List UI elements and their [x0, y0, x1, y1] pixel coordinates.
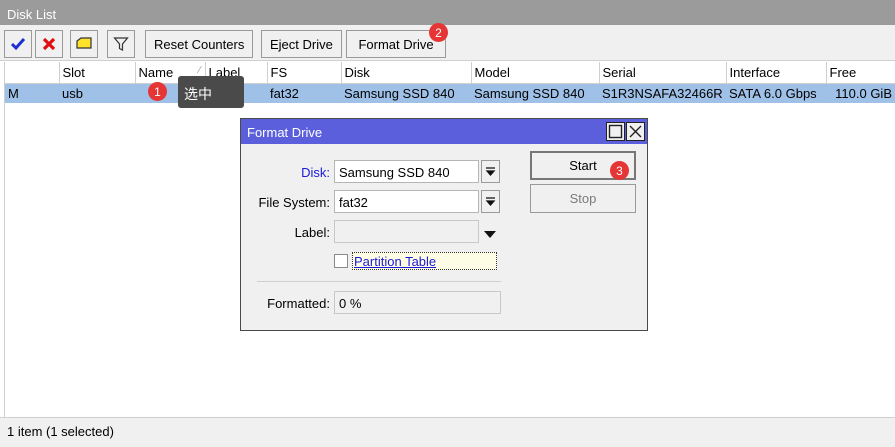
- format-drive-dialog: Format Drive Disk: Samsung SSD 840 File …: [240, 118, 648, 331]
- cell-flag: M: [5, 83, 59, 103]
- cell-free: 110.0 GiB: [826, 83, 895, 103]
- label-label: Label:: [294, 225, 330, 240]
- enable-button[interactable]: [4, 30, 32, 58]
- filter-icon: [113, 37, 129, 51]
- column-interface[interactable]: Interface: [726, 62, 827, 84]
- window-titlebar[interactable]: Disk List: [0, 0, 895, 25]
- reset-counters-button[interactable]: Reset Counters: [145, 30, 254, 58]
- annotation-tooltip: 选中: [178, 76, 244, 108]
- arrow-down-icon: [485, 197, 496, 206]
- maximize-button[interactable]: [606, 122, 625, 141]
- file-system-select[interactable]: fat32: [334, 190, 479, 213]
- file-system-dropdown-button[interactable]: [481, 190, 500, 213]
- step-badge-3: 3: [610, 161, 629, 180]
- arrow-down-icon: [485, 167, 496, 176]
- status-text: 1 item (1 selected): [7, 424, 114, 439]
- maximize-icon: [608, 124, 623, 139]
- window-title: Disk List: [7, 7, 57, 22]
- status-bar: 1 item (1 selected): [0, 417, 895, 447]
- column-slot[interactable]: Slot: [59, 62, 136, 84]
- check-icon: [10, 38, 26, 51]
- label-dropdown-icon[interactable]: [483, 227, 497, 242]
- eject-drive-button[interactable]: Eject Drive: [261, 30, 342, 58]
- dialog-title: Format Drive: [247, 125, 323, 140]
- cell-interface: SATA 6.0 Gbps: [726, 83, 826, 103]
- column-name-label: Name: [138, 64, 174, 80]
- cell-slot: usb: [59, 83, 135, 103]
- disk-dropdown-button[interactable]: [481, 160, 500, 183]
- close-icon: [42, 37, 56, 51]
- formatted-value: 0 %: [334, 291, 501, 314]
- column-disk[interactable]: Disk: [341, 62, 472, 84]
- partition-table-checkbox[interactable]: [334, 254, 348, 268]
- cell-disk: Samsung SSD 840: [341, 83, 471, 103]
- label-input[interactable]: [334, 220, 479, 243]
- comment-icon: [76, 37, 92, 49]
- disk-label: Disk:: [301, 165, 330, 180]
- cell-fs: fat32: [267, 83, 341, 103]
- step-badge-1: 1: [148, 82, 167, 101]
- formatted-label: Formatted:: [267, 296, 330, 311]
- column-free[interactable]: Free: [826, 62, 895, 84]
- sort-icon: ⁄: [198, 65, 201, 76]
- file-system-label: File System:: [258, 195, 330, 210]
- stop-button[interactable]: Stop: [530, 184, 636, 213]
- disk-list-window: Disk List Reset Counters Eject Drive For…: [0, 0, 895, 447]
- cell-model: Samsung SSD 840: [471, 83, 599, 103]
- comment-button[interactable]: [70, 30, 98, 58]
- column-serial[interactable]: Serial: [599, 62, 727, 84]
- disk-select[interactable]: Samsung SSD 840: [334, 160, 479, 183]
- column-flag[interactable]: [5, 62, 60, 84]
- close-icon: [629, 125, 642, 138]
- partition-table-label: Partition Table: [354, 254, 437, 269]
- dialog-titlebar[interactable]: Format Drive: [241, 119, 647, 144]
- close-button[interactable]: [626, 122, 645, 141]
- partition-table-option[interactable]: Partition Table: [352, 252, 497, 270]
- disable-button[interactable]: [35, 30, 63, 58]
- table-header: Slot Name ⁄ Label FS Disk Model Serial I…: [5, 62, 895, 84]
- filter-button[interactable]: [107, 30, 135, 58]
- section-divider: [257, 281, 501, 282]
- column-fs[interactable]: FS: [267, 62, 342, 84]
- table-row[interactable]: M usb usb fat32 Samsung SSD 840 Samsung …: [5, 83, 895, 103]
- triangle-down-icon: [484, 231, 496, 238]
- step-badge-2: 2: [429, 23, 448, 42]
- cell-serial: S1R3NSAFA32466R: [599, 83, 726, 103]
- column-model[interactable]: Model: [471, 62, 600, 84]
